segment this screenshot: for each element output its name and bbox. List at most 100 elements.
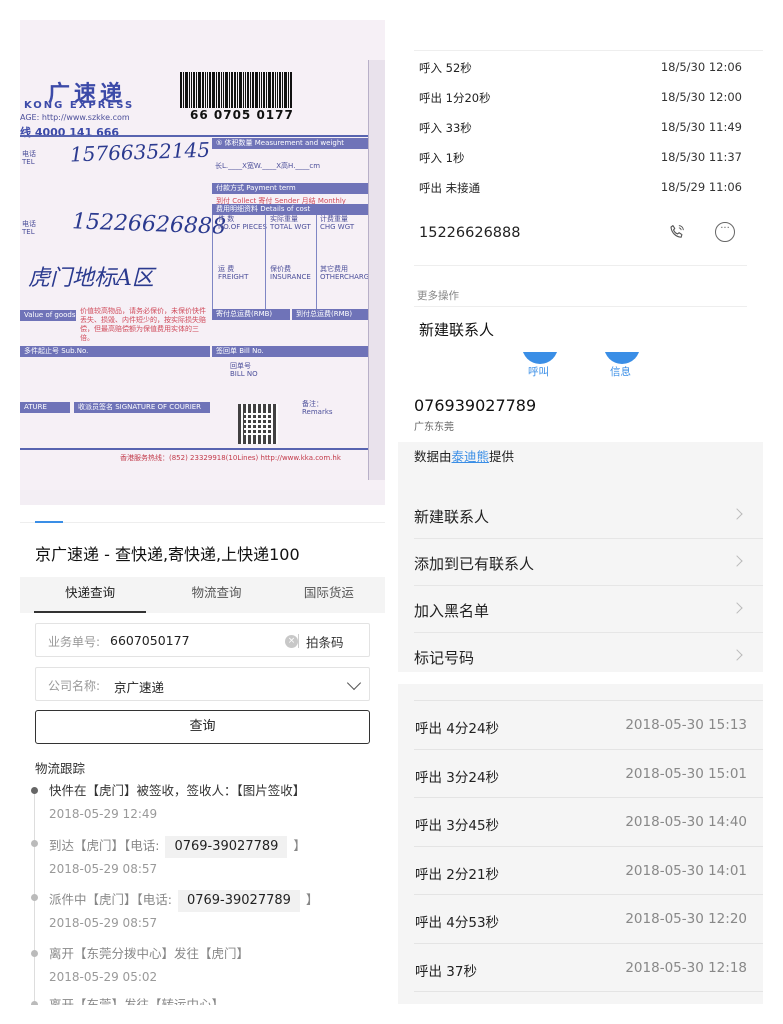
waybill-paper: 广速递 KONG EXPRESS AGE: http://www.szkke.c… [20,20,385,490]
call-type: 呼入 33秒 [419,121,472,135]
data-source: 数据由泰迪熊提供 [414,446,514,465]
waybill-website: AGE: http://www.szkke.com [20,113,130,122]
call-row[interactable]: 呼入 1秒 18/5/30 11:37 [398,142,763,172]
tab-international-freight[interactable]: 国际货运 [273,577,385,613]
clear-icon[interactable]: × [285,635,298,648]
value-band: Value of goods [20,310,76,321]
call-row[interactable]: 呼出 3分24秒 2018-05-30 15:01 [398,750,763,798]
barcode-bar [275,72,276,108]
call-row[interactable]: 呼入 52秒 18/5/30 12:06 [398,52,763,82]
call-time: 18/5/30 11:49 [660,120,742,134]
tracking-number-label: 业务单号: [48,635,101,649]
timeline-text-prefix: 派件中【虎门】【电话: [49,892,172,907]
menu-item-new-contact[interactable]: 新建联系人 [398,492,763,539]
call-row[interactable]: 呼出 37秒 2018-05-30 12:18 [398,944,763,992]
call-row[interactable]: 呼出 未接通 18/5/29 11:06 [398,172,763,202]
barcode-bar [209,72,211,108]
divider [414,306,747,307]
call-row[interactable]: 呼入 33秒 18/5/30 11:49 [398,112,763,142]
timeline-phone[interactable]: 0769-39027789 [165,836,288,858]
adjacent-copy-strip [368,60,385,480]
timeline-dot [31,840,38,847]
new-contact-button[interactable]: 新建联系人 [419,319,494,340]
barcode-bar [185,72,188,108]
company-select[interactable]: 公司名称: 京广速递 [35,667,370,701]
barcode-bar [282,72,283,108]
chevron-right-icon [731,555,743,567]
barcode-bar [268,72,271,108]
insurance-label: 保价费 INSURANCE [270,265,311,281]
call-row[interactable]: 呼出 2分21秒 2018-05-30 14:01 [398,847,763,895]
query-button[interactable]: 查询 [35,710,370,744]
divider [20,135,368,137]
scan-barcode-button[interactable]: 拍条码 [298,632,344,651]
timeline-time: 2018-05-29 05:02 [49,970,158,984]
menu-item-mark-number[interactable]: 标记号码 [398,633,763,672]
bill-no-label: 回单号 BILL NO [230,362,258,378]
company-value[interactable]: 京广速递 [114,677,164,696]
tracking-number-input[interactable]: 6607050177 [110,633,190,648]
menu-item-label: 添加到已有联系人 [414,555,535,573]
timeline-text: 离开【东莞分拨中心】发往【虎门】 [49,946,250,961]
message-label[interactable]: 信息 [610,364,631,379]
tab-express-query[interactable]: 快递查询 [34,577,147,613]
call-row[interactable]: 呼出 1分20秒 18/5/30 12:00 [398,82,763,112]
data-source-suffix: 提供 [489,449,515,464]
message-icon[interactable]: ··· [715,222,735,242]
barcode-bar [250,72,251,108]
call-time: 18/5/30 11:37 [660,150,742,164]
barcode-bar [229,72,230,108]
barcode-bar [243,72,244,108]
tracking-number-field[interactable]: 业务单号: 6607050177 × 拍条码 [35,623,370,657]
call-time: 18/5/29 11:06 [660,180,742,194]
call-label[interactable]: 呼叫 [528,364,549,379]
barcode-bar [277,72,278,108]
call-time: 2018-05-30 15:13 [625,717,747,733]
timeline-dot [31,787,38,794]
barcode-bar [266,72,267,108]
timeline-text-suffix: 】 [293,838,306,853]
call-type: 呼出 4分53秒 [415,915,500,931]
qr-code-icon [238,404,278,444]
timeline-dot [31,1001,38,1005]
call-type: 呼出 3分45秒 [415,818,500,834]
data-source-link[interactable]: 泰迪熊 [452,449,490,464]
barcode-bar [231,72,233,108]
call-log-bottom: 呼出 4分24秒 2018-05-30 15:13 呼出 3分24秒 2018-… [398,684,763,1004]
chevron-right-icon [731,602,743,614]
call-time: 18/5/30 12:06 [660,60,742,74]
barcode-bar [196,72,197,108]
bill-band: 签回单 Bill No. [212,346,368,357]
contact-detail: 呼叫 信息 076939027789 广东东莞 数据由泰迪熊提供 新建联系人 添… [398,352,763,672]
phone-call-icon[interactable] [668,223,686,241]
call-row[interactable]: 呼出 3分45秒 2018-05-30 14:40 [398,798,763,847]
receiver-address-handwritten: 虎门地标A区 [28,266,154,291]
timeline-text-suffix: 】 [305,892,319,907]
chevron-right-icon [731,649,743,661]
barcode-bar [221,72,222,108]
barcode-bar [225,72,228,108]
barcode-bar [279,72,281,108]
tab-logistics-query[interactable]: 物流查询 [160,577,272,613]
courier-query-page: 京广速递 - 查快递,寄快递,上快递100 快递查询 物流查询 国际货运 业务单… [20,505,385,1005]
timeline-phone[interactable]: 0769-39027789 [177,890,300,912]
call-row[interactable]: 呼出 4分53秒 2018-05-30 12:20 [398,895,763,944]
timeline-time: 2018-05-29 08:57 [49,862,158,876]
call-row[interactable]: 呼出 4分24秒 2018-05-30 15:13 [398,701,763,750]
barcode-icon [180,72,310,108]
call-type: 呼出 未接通 [419,181,481,195]
chevron-down-icon[interactable] [346,675,362,691]
signature-band: ATURE [20,402,70,413]
collect-band: 到付总运费(RMB) [292,309,368,320]
tab-indicator [35,521,63,523]
menu-item-blacklist[interactable]: 加入黑名单 [398,586,763,633]
freight-label: 运 费 FREIGHT [218,265,249,281]
barcode-bar [239,72,242,108]
barcode-bar [261,72,262,108]
sub-no-band: 多件起止号 Sub.No. [20,346,210,357]
waybill-volume-band: ⑤ 体积数量 Measurement and weight [212,138,368,149]
number-region: 广东东莞 [414,422,454,433]
barcode-bar [189,72,190,108]
menu-item-add-to-existing[interactable]: 添加到已有联系人 [398,539,763,586]
barcode-bar [193,72,195,108]
